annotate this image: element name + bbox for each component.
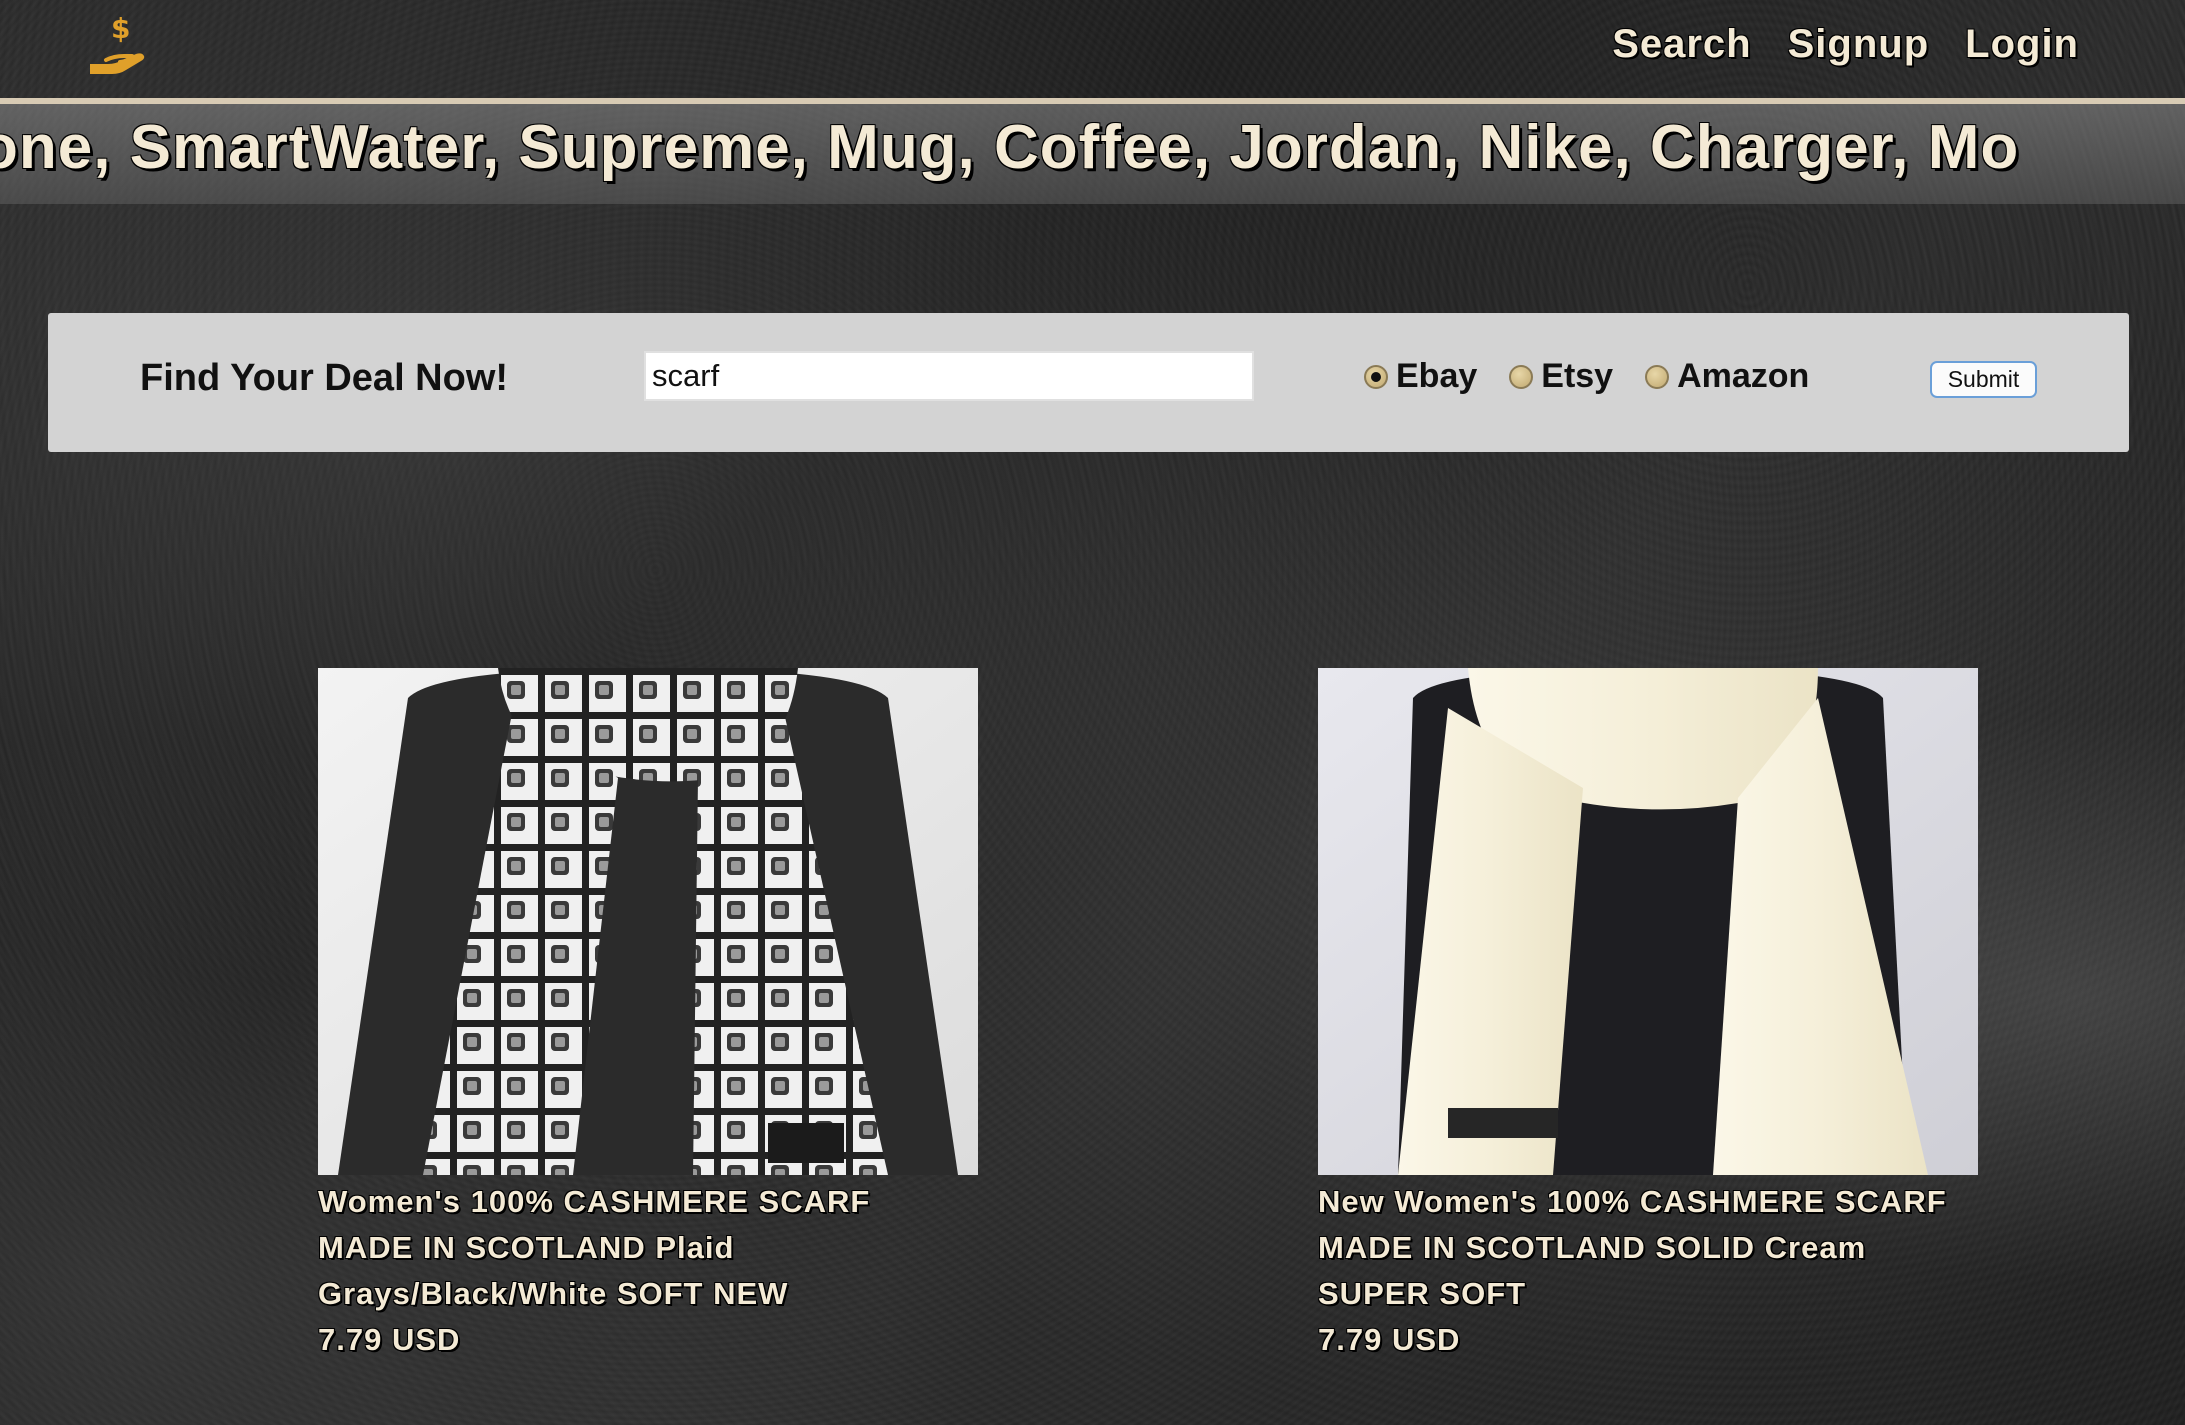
- top-nav: Search Signup Login: [1612, 22, 2079, 67]
- source-option-amazon[interactable]: Amazon: [1645, 357, 1809, 396]
- brand-marquee: one, SmartWater, Supreme, Mug, Coffee, J…: [0, 98, 2185, 204]
- svg-text:$: $: [111, 12, 130, 45]
- result-card: New Women's 100% CASHMERE SCARF MADE IN …: [1318, 668, 1978, 1363]
- nav-signup-link[interactable]: Signup: [1788, 22, 1930, 67]
- marquee-text: one, SmartWater, Supreme, Mug, Coffee, J…: [0, 113, 2020, 182]
- nav-search-link[interactable]: Search: [1612, 22, 1751, 67]
- radio-ebay[interactable]: [1364, 364, 1388, 389]
- search-form: Find Your Deal Now! Ebay Etsy Amazon Sub…: [48, 313, 2129, 452]
- radio-etsy[interactable]: [1509, 364, 1534, 389]
- source-option-ebay[interactable]: Ebay: [1364, 357, 1477, 396]
- black-white-plaid-scarf-photo[interactable]: [318, 668, 978, 1175]
- search-input[interactable]: [644, 351, 1254, 401]
- result-price: 7.79 USD: [318, 1322, 461, 1357]
- submit-button[interactable]: Submit: [1930, 361, 2037, 398]
- nav-login-link[interactable]: Login: [1965, 22, 2079, 67]
- radio-label-amazon: Amazon: [1677, 357, 1810, 395]
- hand-holding-dollar-icon[interactable]: $: [86, 12, 156, 82]
- source-option-etsy[interactable]: Etsy: [1509, 357, 1613, 396]
- cream-solid-scarf-photo[interactable]: [1318, 668, 1978, 1175]
- header: $ Search Signup Login: [0, 0, 2185, 98]
- search-heading: Find Your Deal Now!: [140, 357, 509, 399]
- result-price: 7.79 USD: [1318, 1322, 1461, 1357]
- result-title[interactable]: New Women's 100% CASHMERE SCARF MADE IN …: [1318, 1179, 1958, 1317]
- result-card: Women's 100% CASHMERE SCARF MADE IN SCOT…: [318, 668, 978, 1363]
- radio-amazon[interactable]: [1645, 364, 1670, 389]
- source-radio-group: Ebay Etsy Amazon: [1364, 357, 1841, 396]
- radio-label-ebay: Ebay: [1396, 357, 1478, 395]
- radio-label-etsy: Etsy: [1541, 357, 1614, 395]
- result-title[interactable]: Women's 100% CASHMERE SCARF MADE IN SCOT…: [318, 1179, 958, 1317]
